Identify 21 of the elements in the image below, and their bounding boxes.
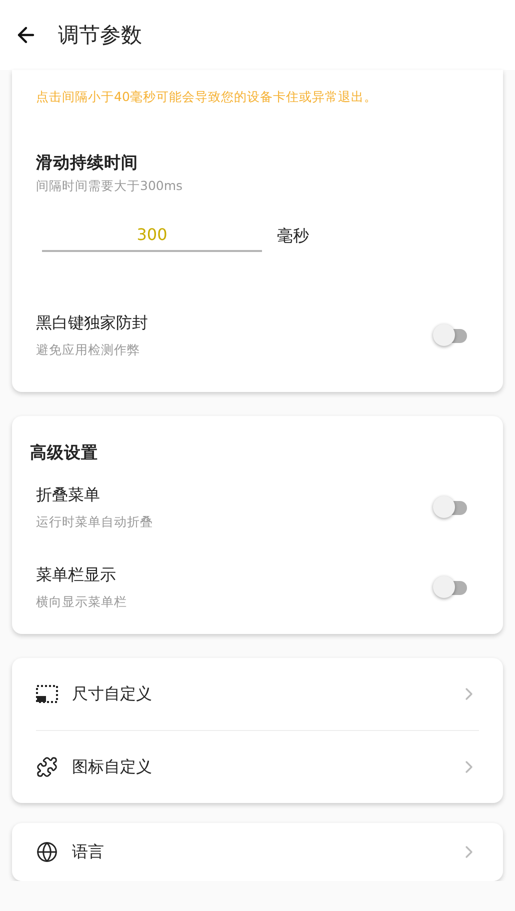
warning-text: 点击间隔小于40毫秒可能会导致您的设备卡住或异常退出。 bbox=[35, 88, 378, 106]
page-title: 调节参数 bbox=[58, 22, 142, 49]
section-title: 滑动持续时间 bbox=[34, 152, 139, 174]
menu-item[interactable]: 语言 bbox=[12, 823, 503, 881]
section-title: 高级设置 bbox=[29, 442, 99, 464]
puzzle-icon bbox=[36, 756, 58, 778]
setting-description: 避免应用检测作弊 bbox=[36, 342, 141, 359]
setting-label: 菜单栏显示 bbox=[36, 565, 117, 586]
setting-label: 折叠菜单 bbox=[36, 485, 101, 506]
menu-item[interactable]: 尺寸自定义 bbox=[12, 658, 503, 730]
unit-label: 毫秒 bbox=[277, 226, 309, 247]
toggle-switch[interactable] bbox=[433, 496, 467, 520]
menu-item[interactable]: 图标自定义 bbox=[12, 731, 503, 803]
toggle-switch[interactable] bbox=[433, 576, 467, 600]
setting-description: 横向显示菜单栏 bbox=[36, 594, 128, 611]
globe-icon bbox=[36, 841, 58, 863]
dashed-frame-icon bbox=[36, 685, 58, 703]
hint-text: 间隔时间需要大于300ms bbox=[35, 177, 184, 195]
setting-description: 运行时菜单自动折叠 bbox=[36, 514, 154, 531]
toggle-switch[interactable] bbox=[433, 324, 467, 348]
setting-label: 黑白键独家防封 bbox=[36, 313, 149, 334]
